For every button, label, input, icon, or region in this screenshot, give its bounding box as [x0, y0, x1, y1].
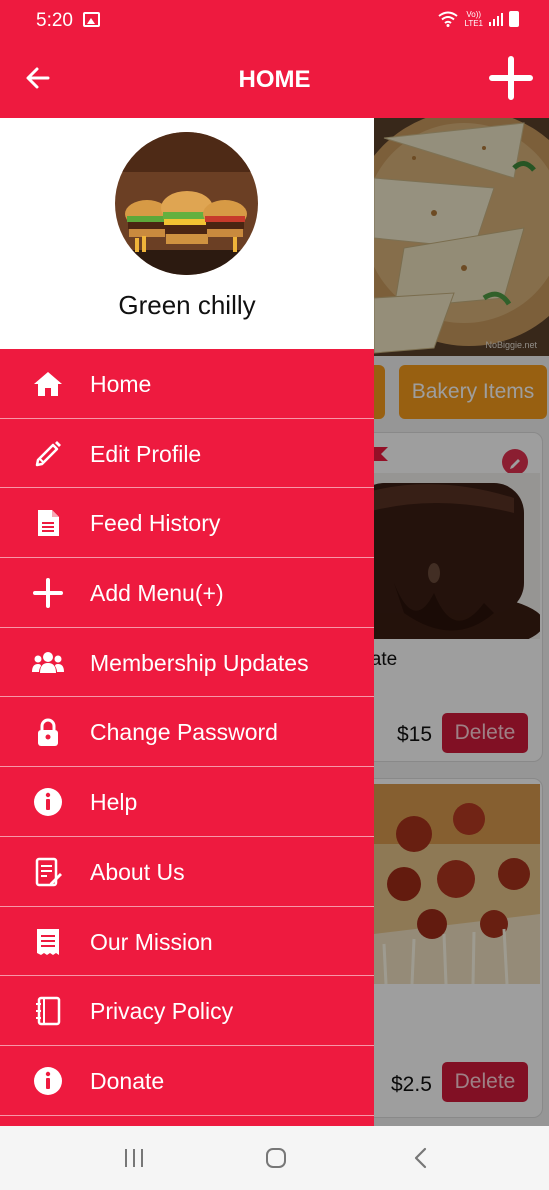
status-time: 5:20 — [36, 10, 73, 31]
menu-item-label: Help — [90, 789, 138, 816]
menu-item-label: Add Menu(+) — [90, 580, 224, 607]
status-indicators: Vo)) LTE1 — [438, 10, 519, 28]
menu-item-privacy-policy[interactable]: Privacy Policy — [0, 976, 374, 1046]
home-icon — [34, 372, 62, 396]
menu-item-our-mission[interactable]: Our Mission — [0, 907, 374, 977]
info-icon — [34, 1066, 62, 1095]
menu-item-label: Change Password — [90, 719, 278, 746]
menu-item-feed-history[interactable]: Feed History — [0, 488, 374, 559]
menu-item-label: Privacy Policy — [90, 998, 234, 1025]
pencil-icon — [35, 440, 61, 466]
drawer-menu: Home Edit Profile Feed History Add Menu(… — [0, 349, 374, 1116]
menu-item-add-menu[interactable]: Add Menu(+) — [0, 558, 374, 628]
network-type: Vo)) LTE1 — [464, 10, 483, 28]
receipt-icon — [37, 928, 59, 955]
plus-icon — [33, 578, 63, 609]
menu-item-label: Edit Profile — [90, 440, 202, 467]
burger-image — [115, 132, 258, 275]
menu-item-label: Donate — [90, 1067, 165, 1094]
drawer-scrim[interactable] — [374, 118, 549, 1126]
menu-item-label: Our Mission — [90, 928, 213, 955]
menu-item-label: Membership Updates — [90, 649, 309, 676]
avatar[interactable] — [115, 132, 258, 275]
menu-item-label: Feed History — [90, 510, 221, 537]
navigation-drawer: Green chilly Home Edit Profile Feed Hist… — [0, 118, 374, 1126]
menu-item-label: Home — [90, 371, 152, 397]
menu-item-help[interactable]: Help — [0, 767, 374, 837]
status-bar: 5:20 Vo)) LTE1 — [0, 0, 549, 42]
gallery-notification-icon — [83, 12, 100, 27]
home-nav-icon[interactable] — [264, 1146, 288, 1170]
document-icon — [38, 510, 59, 537]
menu-item-label: About Us — [90, 858, 185, 885]
signal-icon — [489, 12, 503, 26]
menu-item-home[interactable]: Home — [0, 349, 374, 419]
info-icon — [34, 788, 62, 817]
back-nav-icon[interactable] — [410, 1146, 434, 1170]
add-icon[interactable] — [489, 56, 533, 100]
recent-apps-icon[interactable] — [122, 1146, 146, 1170]
users-icon — [32, 651, 64, 673]
app-bar: HOME — [0, 42, 549, 118]
system-nav-bar — [0, 1126, 549, 1190]
wifi-icon — [438, 11, 459, 27]
battery-icon — [509, 11, 519, 27]
page-title: HOME — [238, 66, 311, 93]
notepad-icon — [35, 857, 62, 887]
notebook-icon — [36, 996, 61, 1026]
menu-item-edit-profile[interactable]: Edit Profile — [0, 419, 374, 489]
lock-icon — [38, 718, 58, 747]
menu-item-donate[interactable]: Donate — [0, 1046, 374, 1116]
menu-item-change-password[interactable]: Change Password — [0, 697, 374, 768]
menu-item-about-us[interactable]: About Us — [0, 837, 374, 907]
drawer-header: Green chilly — [0, 118, 374, 349]
profile-name: Green chilly — [118, 290, 256, 320]
menu-item-membership-updates[interactable]: Membership Updates — [0, 628, 374, 698]
